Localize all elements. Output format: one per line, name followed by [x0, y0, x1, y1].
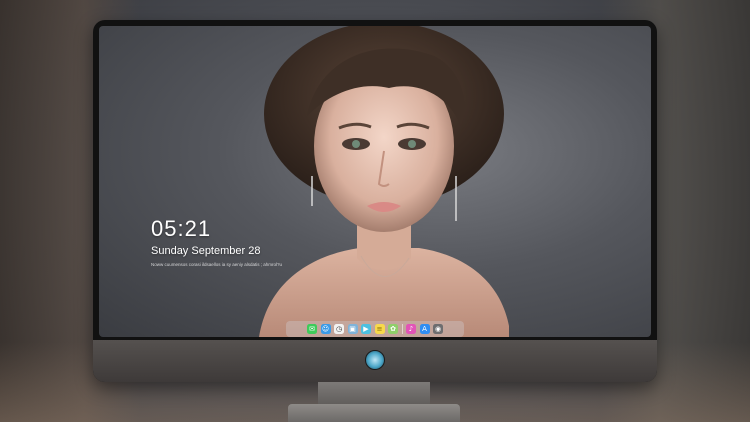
- dock: ✉ ☺ ◷ ▣ ▶ ≡ ✿ ♪ A ◉: [286, 321, 464, 337]
- camera-icon[interactable]: ◉: [433, 324, 443, 334]
- finder-icon[interactable]: ☺: [320, 324, 331, 334]
- app-store-icon[interactable]: A: [419, 324, 430, 334]
- clock-subtitle: Noww cuumensos corasi ildsaellos ia sy a…: [151, 262, 283, 267]
- photos-icon[interactable]: ✿: [388, 324, 398, 334]
- imovie-icon[interactable]: ▶: [361, 324, 371, 334]
- dock-separator: [401, 324, 403, 334]
- wallpaper-portrait: [259, 26, 509, 337]
- clock-date: Sunday September 28: [151, 245, 261, 257]
- music-icon[interactable]: ♪: [406, 324, 416, 334]
- brand-logo-icon: [365, 350, 385, 370]
- notes-icon[interactable]: ≡: [374, 324, 385, 334]
- clock-app-icon[interactable]: ◷: [334, 324, 344, 334]
- preview-icon[interactable]: ▣: [347, 324, 358, 334]
- desktop-screen: 05:21 Sunday September 28 Noww cuumensos…: [99, 26, 651, 337]
- clock-time: 05:21: [151, 216, 212, 241]
- messages-icon[interactable]: ✉: [307, 324, 317, 334]
- monitor-chin: [93, 340, 657, 382]
- monitor: 05:21 Sunday September 28 Noww cuumensos…: [93, 20, 657, 382]
- monitor-stand-base: [288, 404, 460, 422]
